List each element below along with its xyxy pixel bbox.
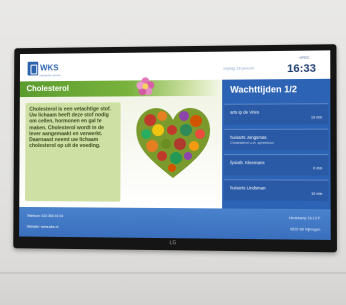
flower-icon xyxy=(134,75,156,97)
tv-brand-logo: LG xyxy=(165,240,181,246)
clock: 16:33 xyxy=(287,63,316,75)
logo-subtitle: medische centra xyxy=(39,73,60,77)
waiting-row-name: arts ip de Vries xyxy=(230,110,259,115)
date-label: vrijdag 28 januari xyxy=(223,65,254,70)
waiting-row-name: fysioth. Kleemans xyxy=(230,160,264,165)
article-text: Cholesterol is een vetachtige stof. Uw l… xyxy=(29,106,117,149)
vegetable-heart-image xyxy=(132,104,214,182)
waiting-times-panel: Wachttijden 1/2 arts ip de Vries 10 min … xyxy=(222,79,331,209)
screen-footer: Telefoon: 024 350 03 04 Website: www.wks… xyxy=(19,207,331,240)
television: WKS medische centra vrijdag 28 januari e… xyxy=(13,44,337,252)
article-content: Cholesterol is een vetachtige stof. Uw l… xyxy=(19,96,222,209)
waiting-times-title: Wachttijden 1/2 xyxy=(230,84,297,95)
waiting-row: huisarts Jongsmas Cholesterol u.vt. spre… xyxy=(224,129,328,150)
tv-screen: WKS medische centra vrijdag 28 januari e… xyxy=(19,50,331,240)
footer-city: 6525 SB Nijmegen xyxy=(290,227,320,231)
logo-mark-icon xyxy=(28,61,39,75)
waiting-row-name: huisarts Lindsman xyxy=(230,185,265,190)
brand-label: ePOC xyxy=(299,56,309,60)
waiting-row: fysioth. Kleemans 0 min xyxy=(224,154,328,176)
waiting-row: huisarts Lindsman 10 min xyxy=(224,179,328,201)
waiting-row-time: 10 min xyxy=(311,192,322,196)
waiting-row-time: 10 min xyxy=(311,115,322,119)
wall-skirting-line xyxy=(0,272,346,274)
waiting-row-time: 0 min xyxy=(313,166,322,170)
waiting-row-subtitle: Cholesterol u.vt. spreekuur xyxy=(230,141,274,145)
article-textbox: Cholesterol is een vetachtige stof. Uw l… xyxy=(25,102,121,201)
footer-address: Hertekamp 16-13 P xyxy=(289,216,320,220)
footer-phone: Telefoon: 024 350 03 04 xyxy=(27,214,63,218)
footer-website: Website: www.wks.nl xyxy=(27,225,59,229)
article-title-bar: Cholesterol xyxy=(20,80,222,97)
waiting-row: arts ip de Vries 10 min xyxy=(224,103,328,125)
article-title: Cholesterol xyxy=(27,84,69,93)
logo-text: WKS xyxy=(40,63,59,72)
wall-bottom xyxy=(0,252,346,305)
waiting-row-name: huisarts Jongsmas xyxy=(230,135,266,140)
screen-header: WKS medische centra vrijdag 28 januari e… xyxy=(20,50,330,81)
